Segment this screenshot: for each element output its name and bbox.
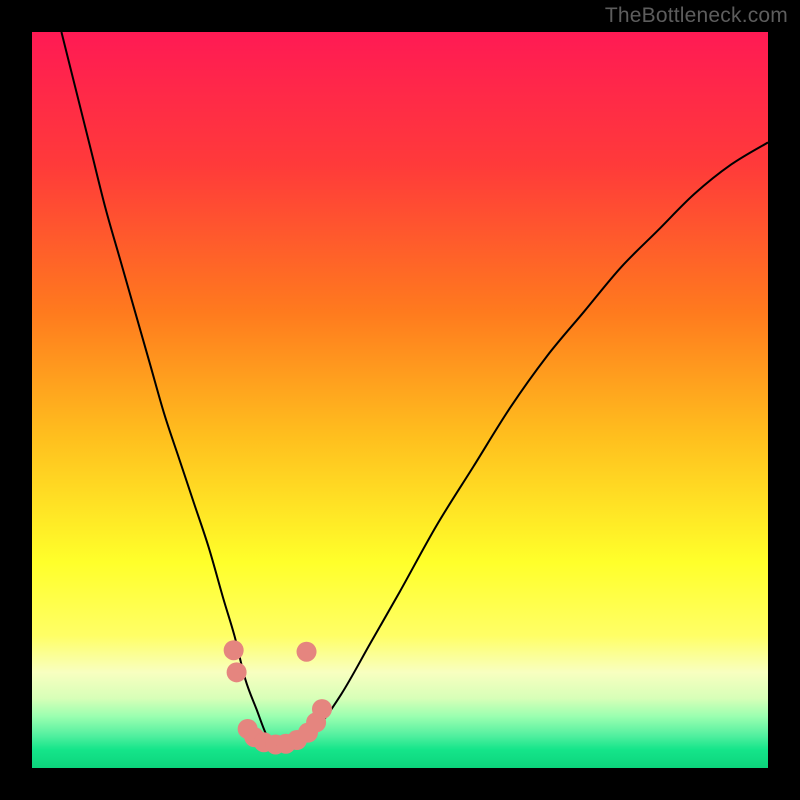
bottleneck-curve <box>61 32 768 751</box>
highlight-dot <box>297 642 317 662</box>
highlight-dot <box>227 662 247 682</box>
highlight-dot <box>224 640 244 660</box>
highlight-dot <box>312 699 332 719</box>
highlight-dots <box>224 640 332 754</box>
chart-frame: TheBottleneck.com <box>0 0 800 800</box>
plot-area <box>32 32 768 768</box>
watermark-text: TheBottleneck.com <box>605 4 788 28</box>
chart-svg <box>32 32 768 768</box>
